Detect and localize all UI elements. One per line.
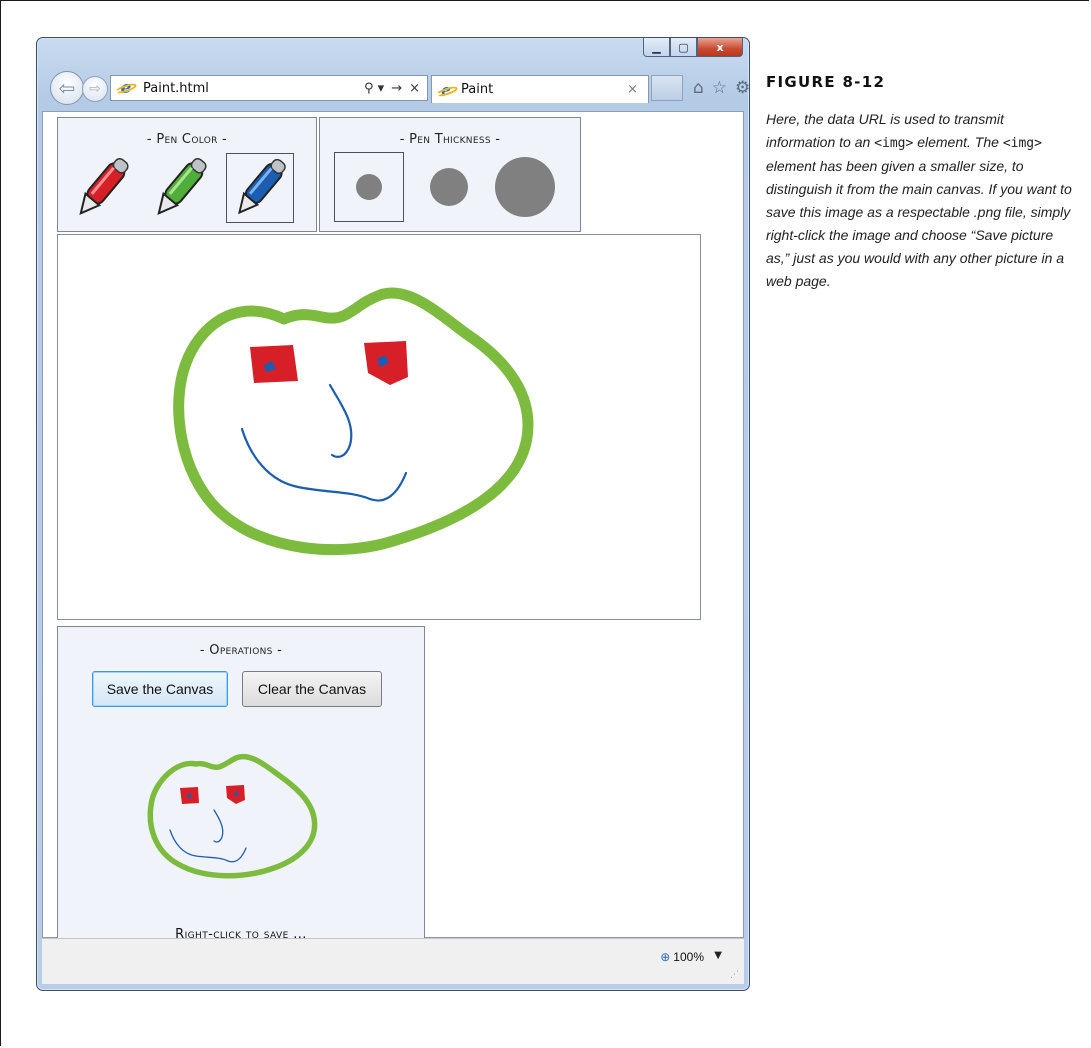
address-tools: ⚲ ▾ → × (364, 81, 420, 96)
operations-panel: - Operations - Save the Canvas Clear the… (57, 626, 425, 951)
go-icon[interactable]: → (391, 81, 402, 96)
new-tab-button[interactable] (651, 75, 683, 101)
saved-image-thumbnail[interactable] (126, 742, 326, 892)
face-outline (173, 287, 534, 556)
favorites-star-icon[interactable]: ☆ (712, 78, 727, 98)
caption-code-2: <img> (1002, 136, 1042, 151)
thickness-large-option[interactable] (490, 152, 560, 222)
address-value[interactable]: Paint.html (143, 81, 364, 96)
caption-text-2: element. The (913, 134, 1003, 150)
operations-title: - Operations - (199, 643, 283, 658)
pen-green-option[interactable] (146, 153, 214, 223)
thickness-small-dot (356, 174, 382, 200)
zoom-control[interactable]: ⊕ 100% (660, 950, 704, 964)
tab-title: Paint (461, 82, 494, 97)
thickness-small-option[interactable] (334, 152, 404, 222)
nose (328, 383, 353, 458)
toolbar-icons: ⌂ ☆ ⚙ (693, 78, 750, 98)
zoom-magnifier-icon: ⊕ (660, 950, 671, 964)
page-content: - Pen Color - - Pen Thickness - - Operat… (42, 111, 744, 951)
pen-color-title: - Pen Color - (146, 132, 228, 147)
caption-text-3: element has been given a smaller size, t… (766, 158, 1072, 289)
pen-thickness-panel: - Pen Thickness - (319, 117, 581, 232)
figure-caption: Here, the data URL is used to transmit i… (766, 108, 1076, 293)
resize-grip-icon[interactable]: ⋰ (730, 970, 739, 980)
settings-gear-icon[interactable]: ⚙ (735, 78, 750, 98)
save-canvas-button[interactable]: Save the Canvas (92, 671, 228, 707)
thickness-medium-dot (430, 168, 468, 206)
status-bar: ⊕ 100% ▼ ⋰ (42, 938, 744, 984)
close-window-button[interactable]: x (697, 38, 743, 57)
page-favicon-icon: e (117, 79, 135, 97)
figure-label: FIGURE 8-12 (766, 73, 886, 91)
address-bar[interactable]: e Paint.html ⚲ ▾ → × (110, 75, 428, 101)
thickness-medium-option[interactable] (414, 152, 484, 222)
pen-color-panel: - Pen Color - (57, 117, 317, 232)
pen-blue-option[interactable] (226, 153, 294, 223)
pen-thickness-title: - Pen Thickness - (399, 132, 501, 147)
thumb-mouth (169, 829, 247, 863)
maximize-button[interactable]: ▢ (670, 38, 697, 57)
search-dropdown-icon[interactable]: ⚲ ▾ (364, 81, 384, 96)
forward-button[interactable]: ⇨ (82, 76, 108, 102)
tab-favicon-icon: e (438, 82, 454, 98)
tab-close-icon[interactable]: × (627, 82, 638, 97)
drawing-smiley (173, 287, 534, 556)
clear-canvas-button[interactable]: Clear the Canvas (242, 671, 382, 707)
tab-paint[interactable]: e Paint × (431, 75, 649, 103)
back-arrow-icon: ⇦ (58, 76, 76, 100)
thumb-nose (213, 809, 224, 843)
stop-icon[interactable]: × (409, 81, 420, 96)
back-button[interactable]: ⇦ (50, 71, 84, 105)
window-controls: ▁ ▢ x (643, 38, 743, 58)
zoom-level: 100% (673, 950, 704, 964)
pen-blue-icon (238, 158, 286, 215)
pen-red-option[interactable] (68, 153, 136, 223)
thumb-face-outline (147, 753, 318, 879)
left-eye (250, 345, 298, 383)
pen-green-icon (157, 157, 207, 215)
pen-red-icon (79, 157, 129, 215)
thickness-large-dot (495, 157, 555, 217)
forward-arrow-icon: ⇨ (89, 81, 101, 97)
caption-code-1: <img> (874, 136, 914, 151)
home-icon[interactable]: ⌂ (693, 78, 704, 98)
drawing-canvas[interactable] (57, 234, 701, 620)
mouth (240, 427, 408, 502)
minimize-button[interactable]: ▁ (643, 38, 670, 57)
zoom-dropdown-icon[interactable]: ▼ (714, 950, 722, 961)
browser-window: ▁ ▢ x ⇦ ⇨ e Paint.html ⚲ ▾ → × e Paint ×… (36, 37, 750, 991)
